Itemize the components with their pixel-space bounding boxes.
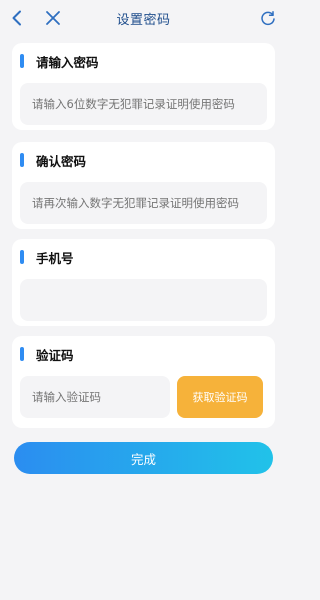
- phone-input[interactable]: [32, 279, 267, 321]
- confirm-label-row: 确认密码: [20, 152, 87, 169]
- code-input[interactable]: [32, 376, 170, 418]
- refresh-icon: [261, 11, 275, 26]
- section-marker: [20, 250, 24, 264]
- phone-label: 手机号: [36, 250, 74, 266]
- code-label: 验证码: [36, 347, 74, 363]
- password-label: 请输入密码: [36, 54, 99, 70]
- code-card: 验证码 获取验证码: [12, 336, 275, 428]
- code-label-row: 验证码: [20, 346, 74, 363]
- section-marker: [20, 153, 24, 167]
- confirm-password-input[interactable]: [32, 182, 267, 224]
- set-password-screen: 设置密码 请输入密码 确认密码 手机号 验证码 请输入验证码 获取验证码 完成: [0, 0, 287, 600]
- done-button[interactable]: 完成: [14, 442, 273, 474]
- password-input[interactable]: [32, 83, 267, 125]
- code-field[interactable]: [20, 376, 170, 418]
- section-marker: [20, 347, 24, 361]
- phone-card: 手机号: [12, 239, 275, 326]
- phone-label-row: 手机号: [20, 249, 74, 266]
- top-bar: 设置密码: [0, 0, 287, 38]
- phone-field[interactable]: [20, 279, 267, 321]
- refresh-button[interactable]: [257, 7, 279, 29]
- password-card: 请输入密码: [12, 43, 275, 130]
- page-title: 设置密码: [116, 13, 171, 28]
- code-row: 获取验证码: [20, 376, 267, 418]
- get-code-button[interactable]: 获取验证码: [177, 376, 263, 418]
- confirm-password-field[interactable]: [20, 182, 267, 224]
- section-marker: [20, 54, 24, 68]
- confirm-password-label: 确认密码: [36, 153, 87, 169]
- password-field[interactable]: [20, 83, 267, 125]
- confirm-password-card: 确认密码: [12, 142, 275, 229]
- password-label-row: 请输入密码: [20, 53, 99, 70]
